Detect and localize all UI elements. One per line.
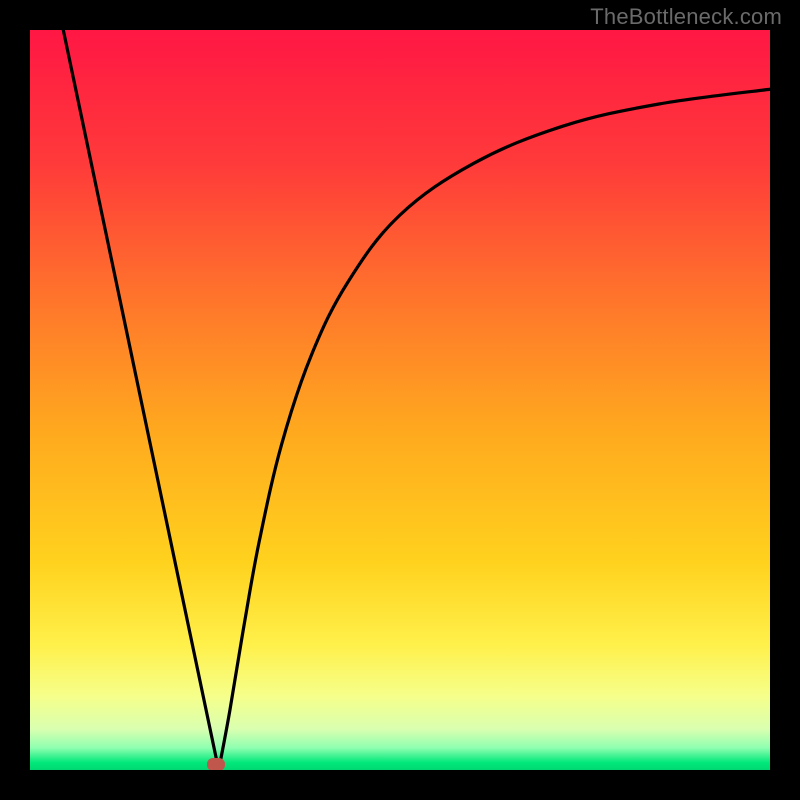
watermark-text: TheBottleneck.com [590,4,782,30]
plot-area [30,30,770,770]
optimal-marker [207,758,225,770]
chart-frame: TheBottleneck.com [0,0,800,800]
bottleneck-curve [30,30,770,770]
